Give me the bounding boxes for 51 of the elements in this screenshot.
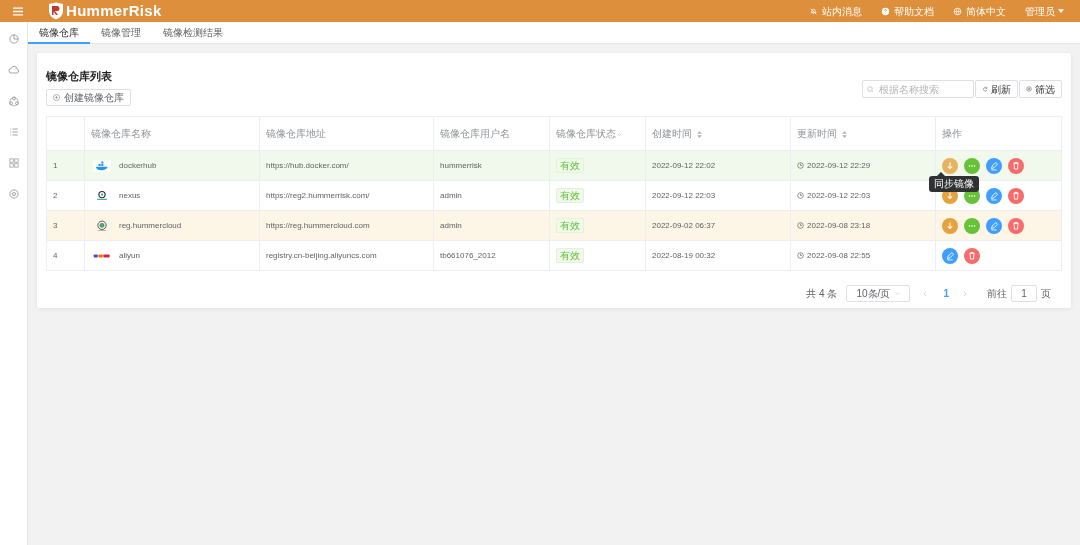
tab[interactable]: 镜像管理: [90, 22, 152, 44]
table-cell: reg.hummercloud: [119, 219, 182, 232]
column-header: 操作: [942, 128, 962, 139]
table-cell: 2022-09-12 22:02: [652, 160, 716, 170]
column-header: 镜像仓库用户名: [440, 128, 510, 139]
column-header: 镜像仓库名称: [91, 128, 151, 139]
table-cell: 2: [53, 190, 58, 200]
table-row[interactable]: 3 reg.hummercloud https://reg.hummercloud.com admin 有效 2022-09-02 06:37 2022-09-08 23:18: [46, 210, 1062, 241]
table-cell: hummerrisk: [440, 160, 482, 170]
table-cell: tb661076_2012: [440, 250, 496, 260]
tab[interactable]: 镜像仓库: [28, 22, 90, 44]
column-header: 更新时间: [797, 128, 837, 139]
status-tag: 有效: [556, 158, 584, 173]
table-cell: aliyun: [119, 249, 140, 262]
total-count: 共 4 条: [806, 287, 838, 301]
table-cell: admin: [440, 220, 462, 230]
table-cell: 2022-09-02 06:37: [652, 220, 716, 230]
table-cell: 3: [53, 220, 58, 230]
table-cell: admin: [440, 190, 462, 200]
column-header: 镜像仓库状态: [556, 128, 616, 139]
page-input[interactable]: 1: [1011, 285, 1037, 302]
create-button[interactable]: 创建镜像仓库: [46, 88, 131, 106]
card-title: 镜像仓库列表: [46, 69, 113, 82]
page-unit: 页: [1041, 287, 1051, 301]
table-cell: https://reg2.hummerrisk.com/: [266, 190, 370, 200]
table-cell: https://hub.docker.com/: [266, 160, 349, 170]
table-cell: nexus: [119, 189, 141, 202]
search-field[interactable]: 根据名称搜索: [862, 80, 974, 98]
table-cell: 2022-09-08 23:18: [807, 219, 871, 232]
table-cell: dockerhub: [119, 159, 157, 172]
goto-label: 前往: [987, 287, 1007, 301]
table-cell: registry.cn-beijing.aliyuncs.com: [266, 250, 377, 260]
table-cell: 2022-09-12 22:03: [652, 190, 716, 200]
status-tag: 有效: [556, 218, 584, 233]
page-size-select[interactable]: 10条/页: [846, 285, 911, 302]
table-cell: https://reg.hummercloud.com: [266, 220, 370, 230]
status-tag: 有效: [556, 248, 584, 263]
table-cell: 2022-09-12 22:29: [807, 159, 871, 172]
table-cell: 1: [53, 160, 58, 170]
table-cell: 2022-09-12 22:03: [807, 189, 871, 202]
table-cell: 2022-09-08 22:55: [807, 249, 871, 262]
table-row[interactable]: 4 aliyun registry.cn-beijing.aliyuncs.com tb661076_2012 有效 2022-08-19 00:32 2022-09-08 22:55: [46, 240, 1062, 271]
brand-name: HummerRisk: [66, 0, 162, 21]
refresh-button[interactable]: 刷新: [975, 80, 1018, 98]
tab[interactable]: 镜像检测结果: [152, 22, 234, 44]
column-header: 创建时间: [652, 128, 692, 139]
table-cell: 2022-08-19 00:32: [652, 250, 716, 260]
filter-button[interactable]: 筛选: [1019, 80, 1062, 98]
column-header: 镜像仓库地址: [266, 128, 326, 139]
status-tag: 有效: [556, 188, 584, 203]
table-cell: 4: [53, 250, 58, 260]
